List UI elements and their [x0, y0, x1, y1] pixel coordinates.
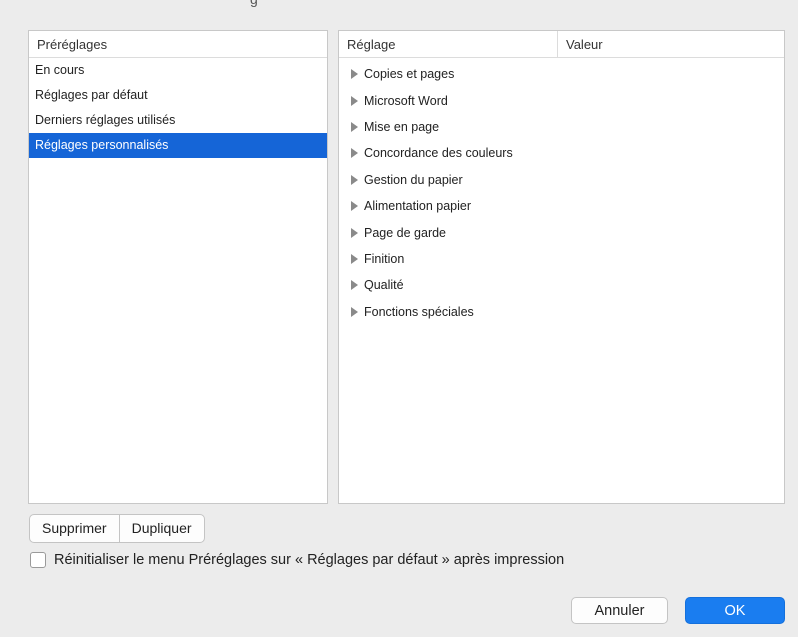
disclosure-triangle-icon[interactable] — [351, 201, 358, 212]
disclosure-triangle-icon[interactable] — [351, 69, 358, 80]
disclosure-triangle-icon[interactable] — [351, 280, 358, 291]
cancel-button[interactable]: Annuler — [571, 597, 668, 624]
setting-row-label: Mise en page — [364, 119, 440, 134]
delete-preset-button[interactable]: Supprimer — [30, 515, 119, 542]
disclosure-triangle-icon[interactable] — [351, 227, 358, 238]
value-column-header[interactable]: Valeur — [557, 31, 784, 57]
setting-row-concordance-couleurs[interactable]: Concordance des couleurs — [339, 140, 784, 166]
disclosure-triangle-icon[interactable] — [351, 174, 358, 185]
setting-row-mise-en-page[interactable]: Mise en page — [339, 114, 784, 140]
duplicate-preset-button[interactable]: Dupliquer — [118, 515, 204, 542]
reset-presets-option[interactable]: Réinitialiser le menu Préréglages sur « … — [30, 552, 564, 568]
setting-row-label: Alimentation papier — [364, 199, 472, 214]
setting-row-finition[interactable]: Finition — [339, 246, 784, 272]
presets-header-label: Préréglages — [37, 36, 108, 52]
preset-item-derniers-reglages[interactable]: Derniers réglages utilisés — [29, 108, 327, 133]
setting-row-label: Concordance des couleurs — [364, 146, 513, 161]
disclosure-triangle-icon[interactable] — [351, 95, 358, 106]
setting-row-microsoft-word[interactable]: Microsoft Word — [339, 87, 784, 113]
preset-item-en-cours[interactable]: En cours — [29, 58, 327, 83]
reset-presets-checkbox[interactable] — [30, 552, 46, 568]
disclosure-triangle-icon[interactable] — [351, 253, 358, 264]
settings-column-headers: Réglage Valeur — [339, 31, 784, 58]
disclosure-triangle-icon[interactable] — [351, 306, 358, 317]
settings-table[interactable]: Réglage Valeur Copies et pages Microsoft… — [338, 30, 785, 504]
window-title-fragment: g — [250, 0, 258, 7]
preset-actions-group: Supprimer Dupliquer — [29, 514, 205, 543]
setting-row-page-de-garde[interactable]: Page de garde — [339, 219, 784, 245]
setting-row-gestion-papier[interactable]: Gestion du papier — [339, 167, 784, 193]
setting-row-label: Qualité — [364, 278, 404, 293]
setting-row-label: Copies et pages — [364, 67, 455, 82]
disclosure-triangle-icon[interactable] — [351, 121, 358, 132]
setting-row-alimentation-papier[interactable]: Alimentation papier — [339, 193, 784, 219]
setting-column-header[interactable]: Réglage — [339, 31, 557, 57]
presets-column-header[interactable]: Préréglages — [29, 31, 327, 58]
presets-list[interactable]: Préréglages En cours Réglages par défaut… — [28, 30, 328, 504]
setting-row-label: Microsoft Word — [364, 93, 448, 108]
setting-row-fonctions-speciales[interactable]: Fonctions spéciales — [339, 299, 784, 325]
setting-row-label: Gestion du papier — [364, 172, 463, 187]
setting-row-label: Fonctions spéciales — [364, 304, 474, 319]
setting-row-label: Finition — [364, 251, 405, 266]
preset-item-reglages-par-defaut[interactable]: Réglages par défaut — [29, 83, 327, 108]
reset-presets-label[interactable]: Réinitialiser le menu Préréglages sur « … — [54, 552, 564, 568]
setting-row-qualite[interactable]: Qualité — [339, 272, 784, 298]
disclosure-triangle-icon[interactable] — [351, 148, 358, 159]
setting-row-label: Page de garde — [364, 225, 447, 240]
preset-item-reglages-personnalises[interactable]: Réglages personnalisés — [29, 133, 327, 158]
setting-row-copies-et-pages[interactable]: Copies et pages — [339, 61, 784, 87]
ok-button[interactable]: OK — [685, 597, 785, 624]
